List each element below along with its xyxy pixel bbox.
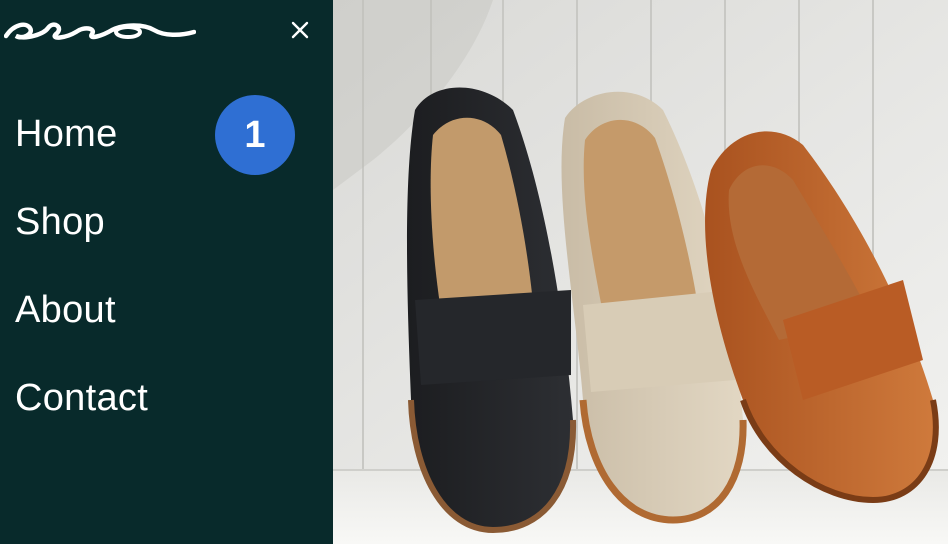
- navigation-drawer: Home Shop About Contact 1: [0, 0, 333, 544]
- menu-item-shop: Shop: [15, 196, 148, 284]
- menu-link-home[interactable]: Home: [15, 108, 118, 160]
- menu-link-about[interactable]: About: [15, 284, 116, 336]
- menu-item-contact: Contact: [15, 372, 148, 460]
- main-menu: Home Shop About Contact: [15, 108, 148, 460]
- menu-link-shop[interactable]: Shop: [15, 196, 105, 248]
- menu-item-about: About: [15, 284, 148, 372]
- close-icon[interactable]: [287, 17, 313, 43]
- menu-item-home: Home: [15, 108, 148, 196]
- menu-link-contact[interactable]: Contact: [15, 372, 148, 424]
- hero-image: [333, 0, 948, 544]
- brand-logo[interactable]: [4, 14, 196, 46]
- step-badge: 1: [215, 95, 295, 175]
